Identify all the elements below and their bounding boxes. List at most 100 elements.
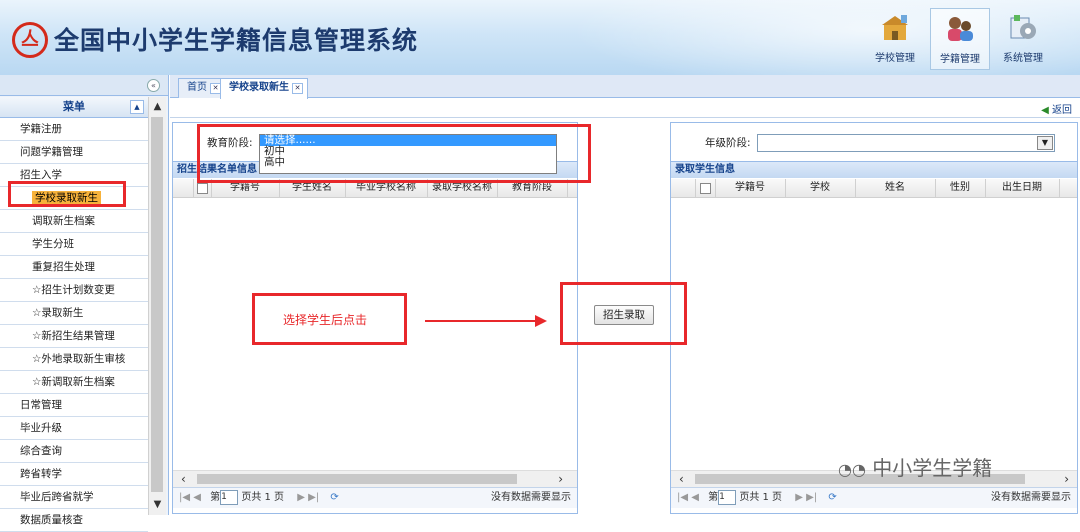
school-management-icon bbox=[882, 15, 908, 40]
grid-header-cell[interactable]: 出生日期 bbox=[985, 179, 1060, 197]
app-header: 亼 全国中小学生学籍信息管理系统 学校管理 学籍管理 系统管理 bbox=[0, 0, 1080, 75]
page-suffix: 页共 1 页 bbox=[241, 492, 285, 503]
panel-title: 录取学生信息 bbox=[671, 162, 1077, 178]
scroll-left-icon[interactable]: ‹ bbox=[181, 471, 186, 487]
sidebar-item-plan-change[interactable]: ☆招生计划数变更 bbox=[0, 279, 148, 302]
menu-header[interactable]: 菜单 ▲ bbox=[0, 97, 148, 118]
chevron-down-icon[interactable]: ▼ bbox=[1037, 136, 1053, 150]
select-all-checkbox[interactable] bbox=[197, 183, 208, 194]
sidebar-item-retrieve-files[interactable]: 调取新生档案 bbox=[0, 210, 148, 233]
annotation-text: 选择学生后点击 bbox=[283, 313, 368, 327]
sidebar-item-new-retrieve[interactable]: ☆新调取新生档案 bbox=[0, 371, 148, 394]
menu-title: 菜单 bbox=[63, 100, 85, 113]
scroll-left-icon[interactable]: ‹ bbox=[679, 471, 684, 487]
pager: |◀ ◀ 第1 页共 1 页 ▶ ▶| ⟳ 没有数据需要显示 bbox=[173, 487, 577, 508]
sidebar-item-daily[interactable]: 日常管理 bbox=[0, 394, 148, 417]
next-page-icon[interactable]: ▶ bbox=[795, 492, 803, 503]
page-input[interactable]: 1 bbox=[220, 489, 239, 505]
tab-home[interactable]: 首页 ✕ bbox=[178, 78, 226, 98]
grade-stage-label: 年级阶段: bbox=[705, 137, 751, 149]
highlight-box bbox=[560, 282, 687, 345]
logo-icon: 亼 bbox=[12, 22, 48, 58]
sidebar-item-quality[interactable]: 数据质量核查 bbox=[0, 509, 148, 532]
scroll-right-icon[interactable]: › bbox=[1064, 471, 1069, 487]
wechat-icon: ◔◔ bbox=[838, 460, 866, 479]
tab-label: 学校录取新生 bbox=[229, 82, 289, 93]
prev-page-icon[interactable]: ◀ bbox=[691, 492, 699, 503]
sidebar-item-label: 学生分班 bbox=[32, 238, 74, 250]
return-label: 返回 bbox=[1052, 105, 1072, 116]
grid-header-cell[interactable]: 学校 bbox=[785, 179, 856, 197]
sidebar-item-transfer[interactable]: 跨省转学 bbox=[0, 463, 148, 486]
last-page-icon[interactable]: ▶| bbox=[806, 492, 817, 503]
grade-stage-row: 年级阶段: ▼ bbox=[671, 123, 1077, 162]
empty-message: 没有数据需要显示 bbox=[491, 492, 571, 503]
tab-label: 首页 bbox=[187, 82, 207, 93]
scroll-thumb[interactable] bbox=[197, 474, 517, 484]
refresh-icon[interactable]: ⟳ bbox=[330, 492, 338, 503]
action-bar: ◀ 返回 bbox=[170, 98, 1080, 118]
annotation-arrow bbox=[425, 320, 537, 322]
next-page-icon[interactable]: ▶ bbox=[297, 492, 305, 503]
first-page-icon[interactable]: |◀ bbox=[179, 492, 190, 503]
sidebar-item-query[interactable]: 综合查询 bbox=[0, 440, 148, 463]
pager: |◀ ◀ 第1 页共 1 页 ▶ ▶| ⟳ 没有数据需要显示 bbox=[671, 487, 1077, 508]
sidebar: « 菜单 ▲ 学籍注册 问题学籍管理 招生入学 学校录取新生 调取新生档案 学生… bbox=[0, 75, 169, 532]
grid-header-cell[interactable]: 姓名 bbox=[855, 179, 936, 197]
return-button[interactable]: ◀ 返回 bbox=[1041, 101, 1072, 116]
grid-header-cell[interactable]: 性别 bbox=[935, 179, 986, 197]
grade-stage-select[interactable]: ▼ bbox=[757, 134, 1055, 152]
grid-header-cell bbox=[671, 179, 696, 197]
scroll-up-icon[interactable]: ▲ bbox=[149, 99, 166, 115]
grid-header-cell[interactable]: 学籍号 bbox=[715, 179, 786, 197]
sidebar-item-label: 跨省转学 bbox=[20, 468, 62, 480]
refresh-icon[interactable]: ⟳ bbox=[828, 492, 836, 503]
menu-collapse-icon[interactable]: ▲ bbox=[130, 100, 144, 114]
nav-system-management[interactable]: 系统管理 bbox=[994, 8, 1052, 68]
tab-school-admit[interactable]: 学校录取新生 ✕ bbox=[220, 78, 308, 99]
nav-school-management[interactable]: 学校管理 bbox=[866, 8, 924, 68]
sidebar-scrollbar[interactable]: ▲ ▼ bbox=[148, 97, 166, 515]
select-all-checkbox[interactable] bbox=[700, 183, 711, 194]
sidebar-item-problem-records[interactable]: 问题学籍管理 bbox=[0, 141, 148, 164]
page-input[interactable]: 1 bbox=[718, 489, 737, 505]
scroll-thumb[interactable] bbox=[151, 117, 163, 492]
sidebar-item-result-management[interactable]: ☆新招生结果管理 bbox=[0, 325, 148, 348]
collapse-sidebar-icon[interactable]: « bbox=[147, 79, 160, 92]
page-prefix: 第 bbox=[210, 492, 221, 503]
sidebar-item-post-grad[interactable]: 毕业后跨省就学 bbox=[0, 486, 148, 509]
students-icon bbox=[948, 17, 973, 41]
scroll-right-icon[interactable]: › bbox=[558, 471, 563, 487]
sidebar-item-class-assign[interactable]: 学生分班 bbox=[0, 233, 148, 256]
nav-student-registry[interactable]: 学籍管理 bbox=[930, 8, 990, 70]
close-icon[interactable]: ✕ bbox=[292, 83, 303, 94]
sidebar-item-label: 日常管理 bbox=[20, 399, 62, 411]
grid-hscrollbar[interactable]: ‹ › bbox=[173, 470, 577, 487]
sidebar-item-graduation[interactable]: 毕业升级 bbox=[0, 417, 148, 440]
sidebar-item-nonlocal-review[interactable]: ☆外地录取新生审核 bbox=[0, 348, 148, 371]
sidebar-item-label: ☆新招生结果管理 bbox=[32, 330, 115, 342]
sidebar-item-label: ☆新调取新生档案 bbox=[32, 376, 115, 388]
sidebar-item-label: 综合查询 bbox=[20, 445, 62, 457]
scroll-down-icon[interactable]: ▼ bbox=[149, 497, 166, 513]
edu-stage-dropdown[interactable]: 请选择...... 初中 高中 bbox=[259, 134, 557, 174]
last-page-icon[interactable]: ▶| bbox=[308, 492, 319, 503]
sidebar-item-registration[interactable]: 学籍注册 bbox=[0, 118, 148, 141]
sidebar-item-admit-new[interactable]: ☆录取新生 bbox=[0, 302, 148, 325]
prev-page-icon[interactable]: ◀ bbox=[193, 492, 201, 503]
nav-label: 学校管理 bbox=[875, 53, 915, 64]
system-settings-icon bbox=[1010, 15, 1036, 39]
watermark: ◔◔ 中小学生学籍 bbox=[838, 452, 992, 481]
grid-header-cell bbox=[695, 179, 716, 197]
grid-header: 学籍号 学校 姓名 性别 出生日期 bbox=[671, 179, 1077, 198]
sidebar-item-duplicate[interactable]: 重复招生处理 bbox=[0, 256, 148, 279]
dropdown-option[interactable]: 请选择...... bbox=[260, 135, 556, 146]
sidebar-item-label: 数据质量核查 bbox=[20, 514, 83, 526]
first-page-icon[interactable]: |◀ bbox=[677, 492, 688, 503]
annotation-arrowhead bbox=[535, 315, 547, 327]
nav-label: 系统管理 bbox=[1003, 53, 1043, 64]
highlight-box bbox=[8, 181, 126, 207]
dropdown-option[interactable]: 初中 bbox=[260, 146, 556, 157]
dropdown-option[interactable]: 高中 bbox=[260, 157, 556, 168]
sidebar-item-label: 毕业升级 bbox=[20, 422, 62, 434]
